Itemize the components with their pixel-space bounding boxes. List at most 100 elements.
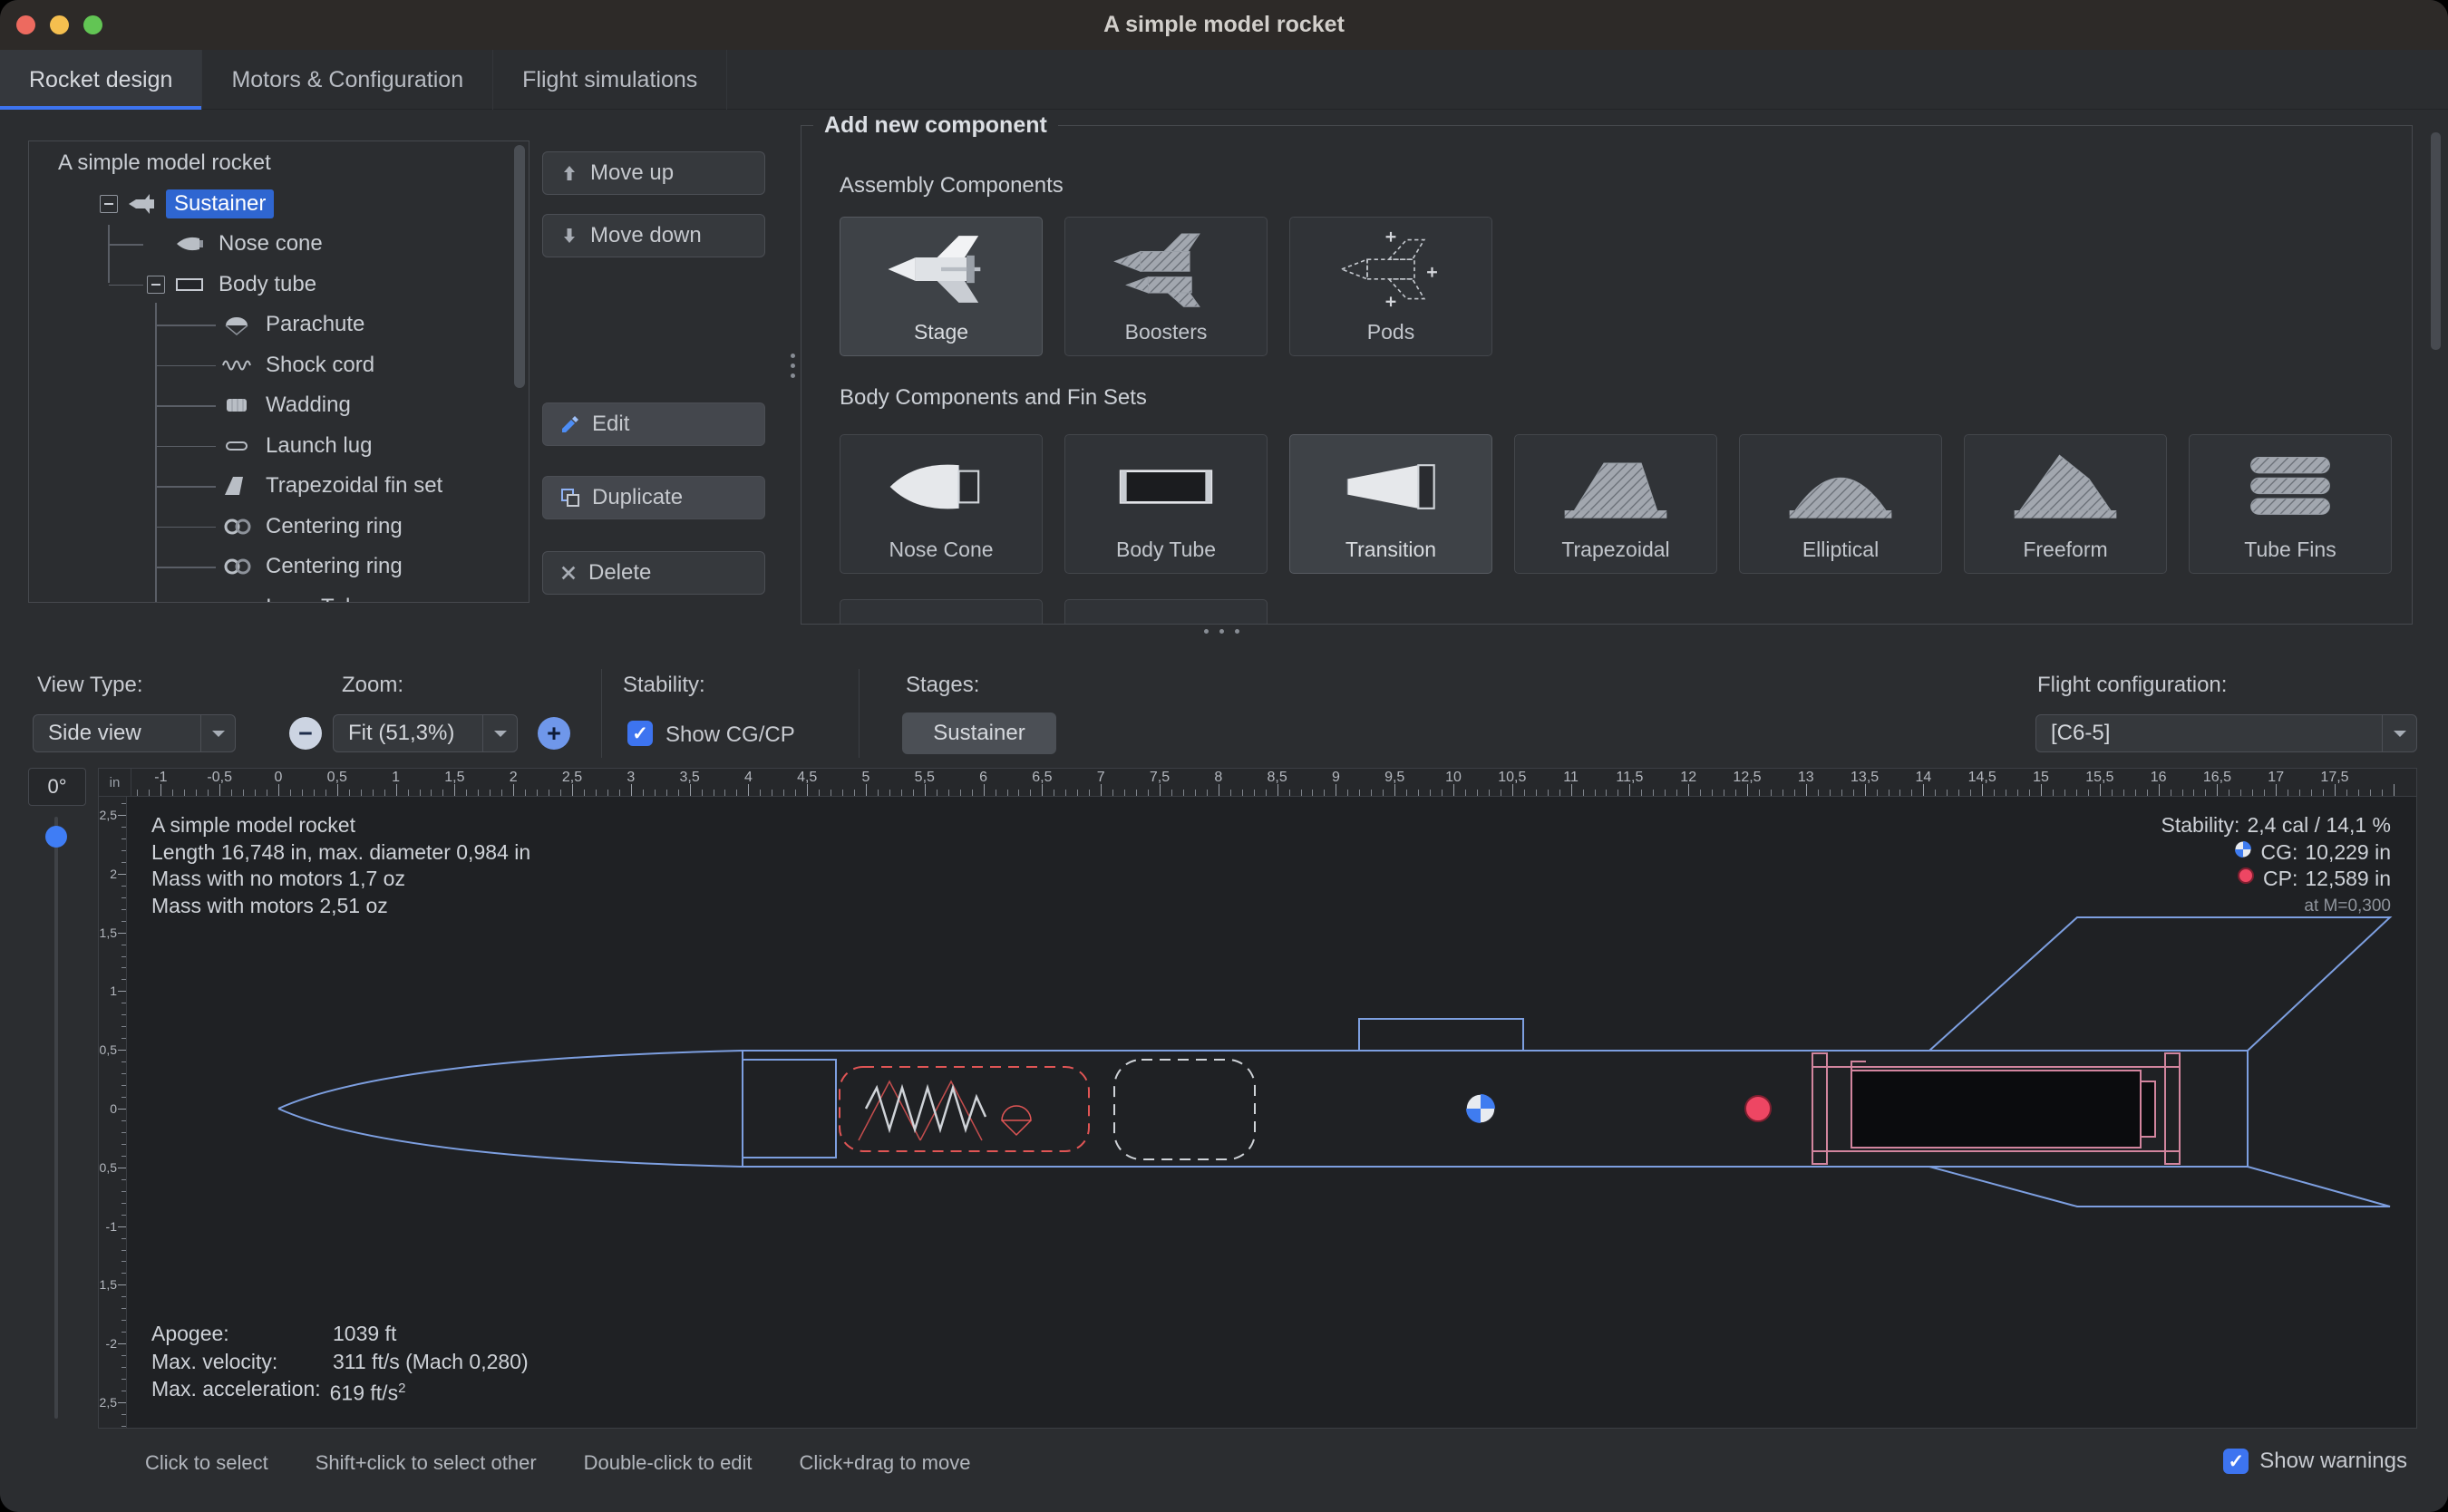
zoom-in-button[interactable]: + [538, 717, 570, 750]
v-ruler-label: -1 [106, 1219, 117, 1234]
parachute-canopy-glyph [1002, 1106, 1031, 1135]
component-card-tube-fins[interactable]: Tube Fins [2189, 434, 2392, 574]
h-ruler-label: 13,5 [1851, 770, 1879, 786]
rocket-outline[interactable] [278, 917, 2390, 1207]
tree-item-parachute[interactable]: Parachute [29, 305, 529, 345]
tree-item-launch-lug[interactable]: Launch lug [29, 426, 529, 467]
zoom-select[interactable]: Fit (51,3%) [333, 714, 518, 752]
component-card-boosters[interactable]: Boosters [1064, 217, 1268, 356]
component-card-elliptical[interactable]: Elliptical [1739, 434, 1942, 574]
duplicate-label: Duplicate [592, 485, 683, 510]
statusbar-hint: Shift+click to select other [316, 1451, 537, 1475]
move-up-button[interactable]: Move up [542, 151, 765, 195]
tab-flight-simulations[interactable]: Flight simulations [493, 50, 727, 110]
motor-nozzle [2141, 1081, 2155, 1137]
tab-motors-configuration[interactable]: Motors & Configuration [202, 50, 493, 110]
component-card-stage[interactable]: Stage [840, 217, 1043, 356]
h-ruler: -1-0,500,511,522,533,544,555,566,577,588… [131, 769, 2417, 797]
stability-label: Stability: [623, 673, 705, 698]
h-ruler-label: 4 [744, 770, 753, 786]
view-type-label: View Type: [37, 673, 143, 698]
h-ruler-label: 17 [2268, 770, 2284, 786]
recovery-components[interactable] [840, 1060, 1255, 1159]
component-card-transition[interactable]: Transition [1289, 434, 1492, 574]
tree-item-shock-cord[interactable]: Shock cord [29, 345, 529, 386]
apogee-value: 1039 ft [333, 1320, 396, 1348]
h-ruler-label: 15,5 [2085, 770, 2113, 786]
close-window-button[interactable] [16, 15, 35, 34]
rotation-slider-track[interactable] [54, 817, 58, 1419]
centering-ring-outline [2165, 1053, 2180, 1164]
delete-button[interactable]: Delete [542, 551, 765, 595]
flight-results-block: Apogee:1039 ft Max. velocity:311 ft/s (M… [151, 1320, 529, 1407]
apogee-label: Apogee: [151, 1320, 333, 1348]
zoom-window-button[interactable] [83, 15, 102, 34]
fin-top [1929, 917, 2390, 1051]
h-ruler-label: -1 [154, 770, 167, 786]
h-ruler-label: 2,5 [562, 770, 582, 786]
h-ruler-label: 7,5 [1150, 770, 1170, 786]
fin-set-icon [221, 473, 252, 499]
stage-toggle-sustainer[interactable]: Sustainer [902, 712, 1056, 754]
component-tree: A simple model rocketSustainerNose coneB… [29, 141, 529, 602]
tree-expander-icon[interactable] [147, 276, 165, 294]
flight-configuration-select[interactable]: [C6-5] [2035, 714, 2417, 752]
tree-item-label: Inner Tube [260, 593, 375, 602]
tree-item-centering-ring[interactable]: Centering ring [29, 547, 529, 587]
component-card-body-tube[interactable]: Body Tube [1064, 434, 1268, 574]
tree-item-wadding[interactable]: Wadding [29, 385, 529, 426]
show-cgcp-label: Show CG/CP [665, 722, 795, 748]
add-component-groups: Assembly ComponentsStageBoostersPodsBody… [840, 173, 2374, 625]
card-label: Freeform [2023, 538, 2107, 573]
statusbar-hints: Click to select Shift+click to select oth… [145, 1451, 970, 1475]
inner-components[interactable] [1812, 1053, 2180, 1164]
minimize-window-button[interactable] [50, 15, 69, 34]
h-ruler-label: 12,5 [1733, 770, 1761, 786]
tree-scrollbar[interactable] [514, 145, 525, 388]
horizontal-splitter-handle[interactable] [1199, 629, 1245, 634]
centering-ring-icon [221, 514, 252, 539]
rotation-slider-knob[interactable] [45, 826, 67, 848]
component-card-pods[interactable]: Pods [1289, 217, 1492, 356]
rocket-canvas[interactable]: in -1-0,500,511,522,533,544,555,566,577,… [98, 768, 2417, 1429]
component-card-trapezoidal[interactable]: Trapezoidal [1514, 434, 1717, 574]
tree-item-body-tube[interactable]: Body tube [29, 265, 529, 305]
h-ruler-label: 16,5 [2203, 770, 2231, 786]
rotation-angle-box[interactable]: 0° [28, 768, 86, 806]
component-card-partial[interactable] [840, 599, 1043, 625]
tree-item-a-simple-model-rocket[interactable]: A simple model rocket [29, 143, 529, 184]
tab-rocket-design[interactable]: Rocket design [0, 50, 202, 110]
edit-button[interactable]: Edit [542, 402, 765, 446]
view-type-select[interactable]: Side view [33, 714, 236, 752]
move-down-button[interactable]: Move down [542, 214, 765, 257]
tree-item-trapezoidal-fin-set[interactable]: Trapezoidal fin set [29, 466, 529, 507]
v-ruler-label: 0 [110, 1101, 117, 1116]
tree-item-sustainer[interactable]: Sustainer [29, 184, 529, 225]
duplicate-button[interactable]: Duplicate [542, 476, 765, 519]
tree-item-nose-cone[interactable]: Nose cone [29, 224, 529, 265]
cg-symbol [1466, 1094, 1495, 1123]
trapezoidal-fin-icon [1557, 435, 1675, 538]
cg-value: 10,229 in [2305, 839, 2391, 867]
panel-scrollbar[interactable] [2431, 132, 2441, 350]
launch-lug-outline [1359, 1019, 1523, 1051]
statusbar-hint: Click to select [145, 1451, 268, 1475]
component-card-nose-cone[interactable]: Nose Cone [840, 434, 1043, 574]
vertical-splitter-handle[interactable] [791, 348, 795, 383]
tree-item-centering-ring[interactable]: Centering ring [29, 507, 529, 548]
wadding-outline [1114, 1060, 1255, 1159]
component-card-freeform[interactable]: Freeform [1964, 434, 2167, 574]
stability-value: 2,4 cal / 14,1 % [2247, 812, 2391, 839]
h-ruler-label: 9,5 [1384, 770, 1404, 786]
tree-item-inner-tube[interactable]: Inner Tube [29, 587, 529, 603]
h-ruler-label: 5 [862, 770, 870, 786]
show-cgcp-checkbox[interactable] [627, 721, 653, 746]
zoom-out-button[interactable]: − [289, 717, 322, 750]
tube-fins-icon [2231, 435, 2349, 538]
stability-block: Stability:2,4 cal / 14,1 % CG:10,229 in … [2161, 812, 2391, 919]
h-ruler-label: 6 [979, 770, 987, 786]
show-warnings-checkbox[interactable] [2223, 1449, 2249, 1474]
component-card-partial[interactable] [1064, 599, 1268, 625]
tree-expander-icon[interactable] [100, 195, 118, 213]
h-ruler-label: 4,5 [797, 770, 817, 786]
